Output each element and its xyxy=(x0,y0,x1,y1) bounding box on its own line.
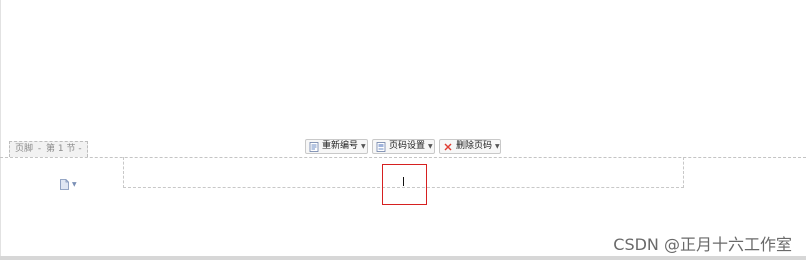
footer-tab-section: 第 1 节 xyxy=(46,144,76,154)
footer-section-tab: 页脚 - 第 1 节 - xyxy=(9,141,88,157)
renumber-button[interactable]: 重新编号 ▼ xyxy=(305,139,368,154)
page-bottom-edge xyxy=(0,256,806,260)
watermark: CSDN @正月十六工作室 xyxy=(613,235,792,254)
footer-tab-separator: - xyxy=(37,144,42,154)
delete-x-icon xyxy=(443,142,453,152)
insert-page-number-dropdown[interactable]: ▼ xyxy=(60,175,77,194)
chevron-down-icon: ▼ xyxy=(495,143,500,150)
chevron-down-icon: ▼ xyxy=(72,181,77,188)
text-cursor xyxy=(403,177,404,186)
delete-page-number-button[interactable]: 删除页码 ▼ xyxy=(439,139,501,154)
page-settings-label: 页码设置 xyxy=(389,141,426,151)
page-settings-button[interactable]: 页码设置 ▼ xyxy=(372,139,435,154)
renumber-icon xyxy=(309,141,319,152)
renumber-label: 重新编号 xyxy=(322,141,359,151)
delete-page-number-label: 删除页码 xyxy=(456,141,493,151)
chevron-down-icon: ▼ xyxy=(361,143,366,150)
page-icon xyxy=(60,175,69,194)
page-settings-icon xyxy=(376,141,386,152)
footer-tab-label: 页脚 xyxy=(15,144,34,154)
chevron-down-icon: ▼ xyxy=(428,143,433,150)
highlight-box xyxy=(382,164,427,205)
document-page[interactable] xyxy=(0,0,806,258)
footer-tab-trailing: - xyxy=(78,144,82,154)
